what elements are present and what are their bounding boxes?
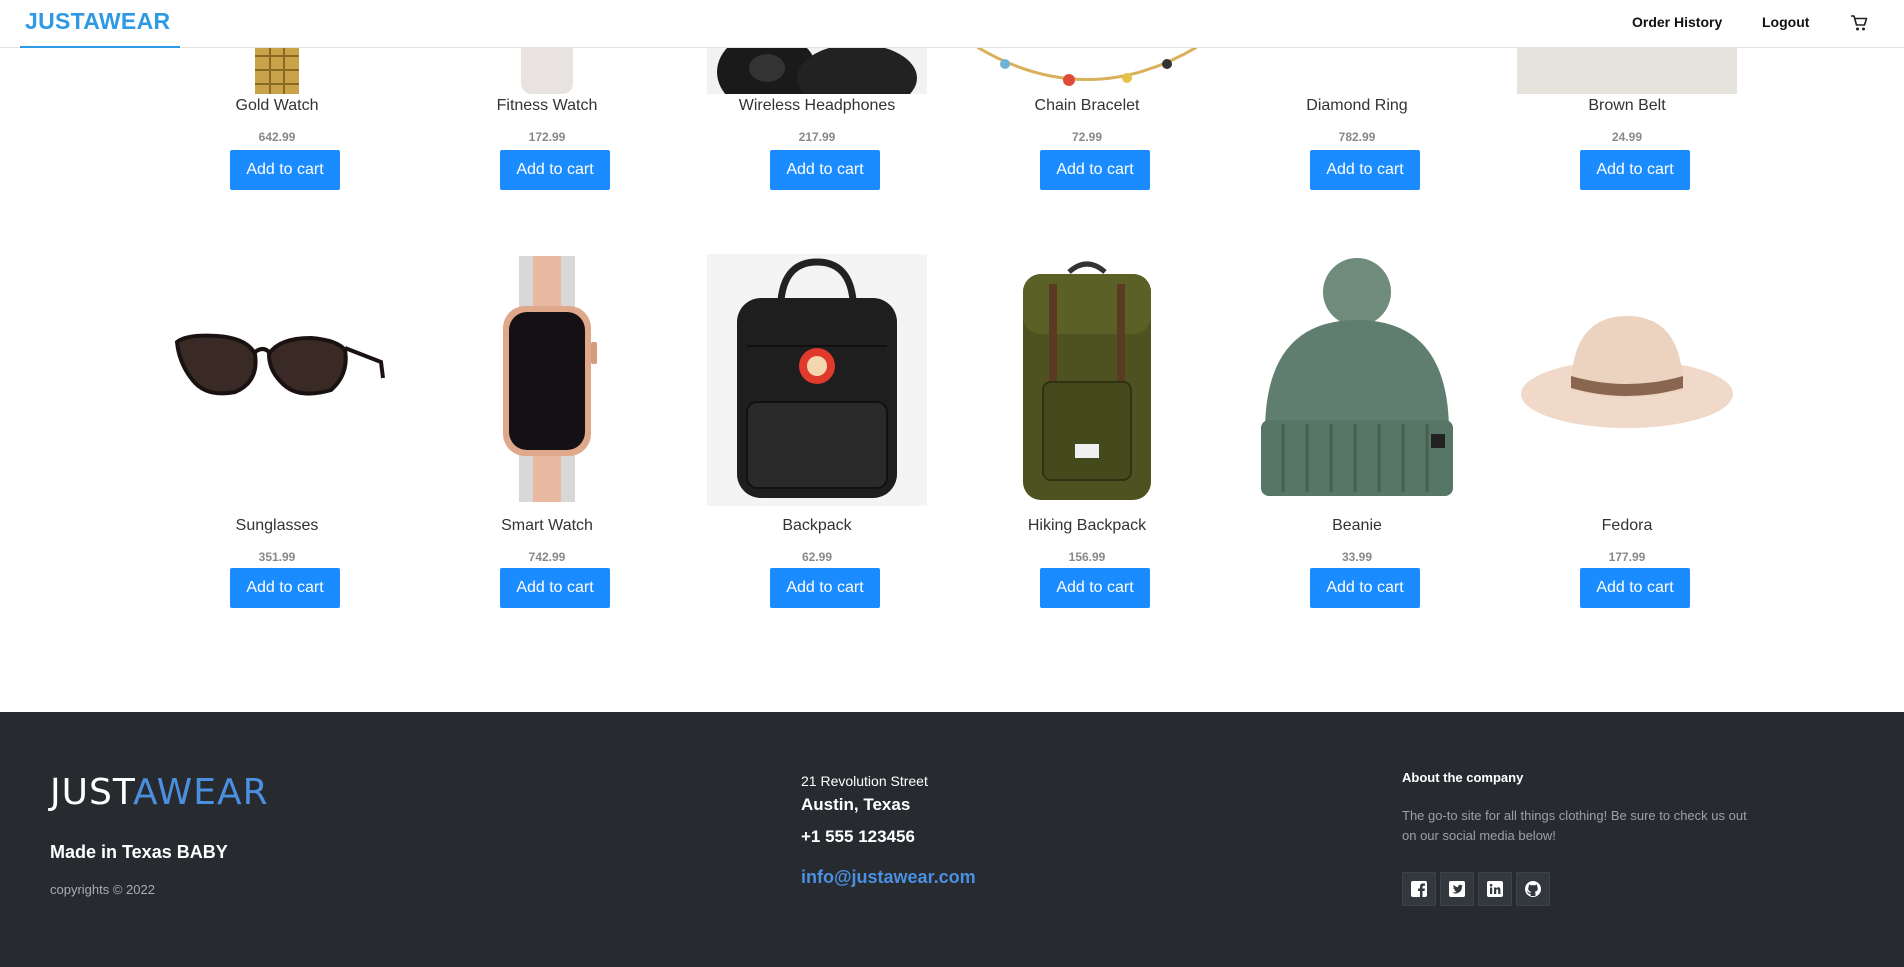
product-name: Hiking Backpack <box>1027 517 1147 534</box>
product-name: Diamond Ring <box>1306 97 1408 114</box>
add-to-cart-button[interactable]: Add to cart <box>230 150 340 190</box>
footer-phone: +1 555 123456 <box>801 827 915 846</box>
footer-tagline: Made in Texas BABY <box>50 842 228 862</box>
product-name: Backpack <box>782 517 852 534</box>
product-price: 62.99 <box>801 550 833 564</box>
facebook-icon[interactable] <box>1402 872 1436 906</box>
add-to-cart-button[interactable]: Add to cart <box>230 568 340 608</box>
backpack-image[interactable] <box>707 254 927 506</box>
product-name: Wireless Headphones <box>738 97 896 114</box>
site-footer: JUSTAWEAR Made in Texas BABY copyrights … <box>0 712 1904 967</box>
add-to-cart-button[interactable]: Add to cart <box>1040 568 1150 608</box>
footer-copyright: copyrights © 2022 <box>50 882 155 897</box>
add-to-cart-button[interactable]: Add to cart <box>500 568 610 608</box>
product-name: Fitness Watch <box>496 97 598 114</box>
sunglasses-image[interactable] <box>167 254 387 506</box>
cart-icon[interactable] <box>1849 13 1869 33</box>
footer-logo: JUSTAWEAR <box>50 772 269 813</box>
product-name: Brown Belt <box>1588 97 1666 114</box>
footer-logo-part-1: JUST <box>50 772 134 813</box>
github-icon[interactable] <box>1516 872 1550 906</box>
product-price: 351.99 <box>258 550 296 564</box>
product-row-2: Sunglasses 351.99 Add to cart Smart Watc… <box>140 254 1760 634</box>
logout-link[interactable]: Logout <box>1762 14 1809 30</box>
product-name: Chain Bracelet <box>1034 97 1140 114</box>
beanie-image[interactable] <box>1247 254 1467 506</box>
product-name: Gold Watch <box>235 97 319 114</box>
product-name: Sunglasses <box>235 517 319 534</box>
add-to-cart-button[interactable]: Add to cart <box>770 568 880 608</box>
product-price: 24.99 <box>1611 130 1643 144</box>
add-to-cart-button[interactable]: Add to cart <box>1310 150 1420 190</box>
product-price: 642.99 <box>258 130 296 144</box>
footer-email-link[interactable]: info@justawear.com <box>801 867 976 888</box>
fedora-image[interactable] <box>1517 254 1737 506</box>
footer-logo-part-2: AWEAR <box>133 772 269 813</box>
footer-city: Austin, Texas <box>801 795 911 814</box>
add-to-cart-button[interactable]: Add to cart <box>1580 150 1690 190</box>
smart-watch-image[interactable] <box>437 254 657 506</box>
footer-about-heading: About the company <box>1402 770 1524 785</box>
add-to-cart-button[interactable]: Add to cart <box>500 150 610 190</box>
add-to-cart-button[interactable]: Add to cart <box>1580 568 1690 608</box>
product-price: 156.99 <box>1068 550 1106 564</box>
order-history-link[interactable]: Order History <box>1632 14 1722 30</box>
product-price: 172.99 <box>528 130 566 144</box>
add-to-cart-button[interactable]: Add to cart <box>770 150 880 190</box>
top-navbar: JUSTAWEAR Order History Logout <box>0 0 1904 48</box>
product-name: Beanie <box>1332 517 1382 534</box>
product-price: 177.99 <box>1608 550 1646 564</box>
brand-logo[interactable]: JUSTAWEAR <box>20 0 180 48</box>
product-price: 782.99 <box>1338 130 1376 144</box>
product-price: 33.99 <box>1341 550 1373 564</box>
product-name: Smart Watch <box>501 517 593 534</box>
footer-street: 21 Revolution Street <box>801 773 928 789</box>
product-price: 217.99 <box>798 130 836 144</box>
product-name: Fedora <box>1601 517 1653 534</box>
linkedin-icon[interactable] <box>1478 872 1512 906</box>
twitter-icon[interactable] <box>1440 872 1474 906</box>
footer-about-text: The go-to site for all things clothing! … <box>1402 808 1747 843</box>
product-price: 72.99 <box>1071 130 1103 144</box>
brand-text[interactable]: JUSTAWEAR <box>25 8 170 35</box>
add-to-cart-button[interactable]: Add to cart <box>1310 568 1420 608</box>
product-price: 742.99 <box>528 550 566 564</box>
hiking-backpack-image[interactable] <box>977 254 1197 506</box>
add-to-cart-button[interactable]: Add to cart <box>1040 150 1150 190</box>
